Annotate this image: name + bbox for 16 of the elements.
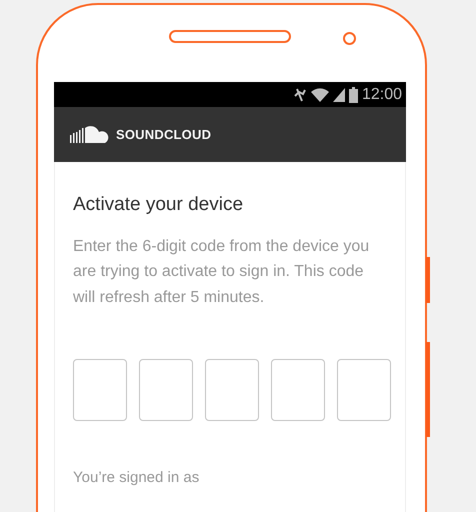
page-title: Activate your device: [73, 194, 244, 217]
code-digit-field[interactable]: [337, 359, 391, 422]
brand-wordmark: SOUNDCLOUD: [116, 126, 212, 144]
camera-dot: [343, 32, 356, 45]
status-time: 12:00: [362, 84, 402, 104]
side-button[interactable]: [426, 342, 430, 437]
side-button[interactable]: [426, 257, 430, 303]
code-digit-field[interactable]: [139, 359, 193, 422]
instruction-text: Enter the 6-digit code from the device you are trying to activate to sign in. This code will refresh after 5 minutes.: [73, 236, 370, 308]
code-digit-field[interactable]: [73, 359, 127, 422]
code-digit-field[interactable]: [271, 359, 325, 422]
battery-icon: [348, 86, 358, 102]
code-digit-field[interactable]: [205, 359, 259, 422]
signed-in-text: You’re signed in as: [73, 468, 200, 488]
wifi-icon: [310, 88, 329, 102]
signal-icon: [332, 88, 345, 102]
